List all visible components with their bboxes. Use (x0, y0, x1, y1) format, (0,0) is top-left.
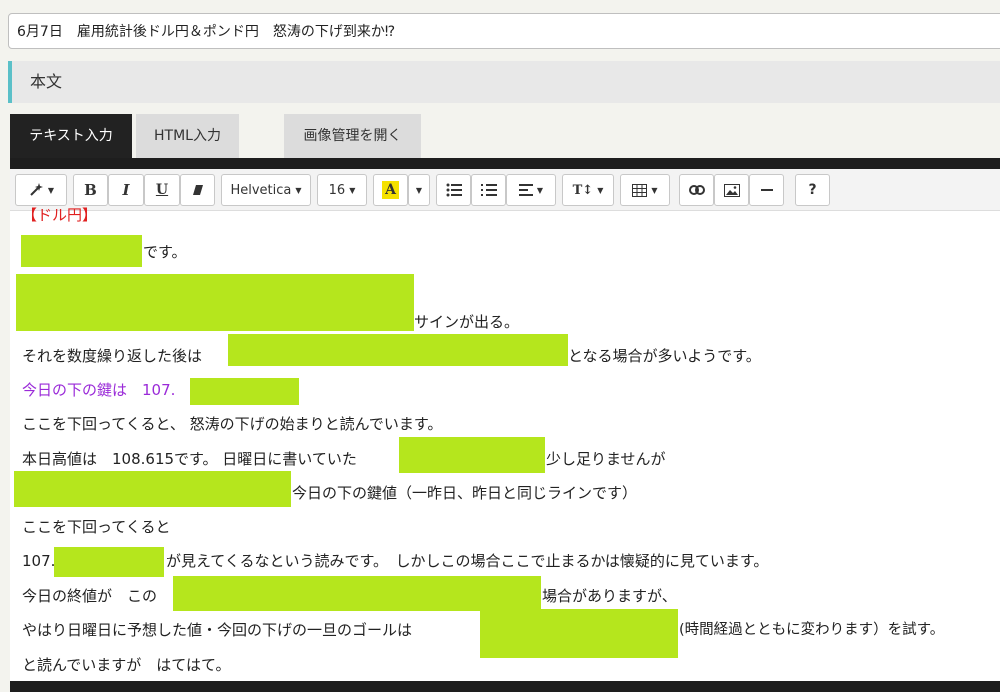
highlight-block (54, 547, 164, 577)
chevron-down-icon: ▼ (651, 185, 658, 195)
open-image-manager-button[interactable]: 画像管理を開く (284, 114, 421, 158)
content-line: サインが出る。 (414, 313, 520, 331)
link-icon (688, 185, 705, 195)
image-icon (723, 183, 740, 197)
content-line: 少し足りませんが (546, 450, 666, 468)
align-left-icon (518, 184, 533, 196)
chevron-down-icon: ▼ (295, 185, 302, 195)
section-header: 本文 (8, 61, 1000, 103)
numbered-list-button[interactable] (471, 174, 506, 206)
style-dropdown-button[interactable]: ▼ (15, 174, 67, 206)
highlight-block (16, 274, 414, 331)
content-key-line: 今日の下の鍵は 107. (22, 381, 176, 399)
content-line: 107. (22, 552, 56, 570)
line-height-dropdown[interactable]: T↕ ▼ (562, 174, 614, 206)
chevron-down-icon: ▼ (47, 185, 55, 195)
editor-bottom-bar (10, 681, 1000, 692)
horizontal-rule-button[interactable] (749, 174, 784, 206)
eraser-icon (191, 183, 205, 197)
content-line: 今日の下の鍵値（一昨日、昨日と同じラインです） (292, 484, 638, 502)
content-line: 本日高値は 108.615です。 日曜日に書いていた (22, 450, 357, 468)
content-line: 場合がありますが、 (542, 587, 677, 605)
highlight-block (480, 609, 678, 658)
text-color-dropdown[interactable]: ▼ (408, 174, 430, 206)
horizontal-rule-icon (760, 188, 773, 192)
highlight-block (228, 334, 568, 366)
numbered-list-icon (480, 183, 497, 197)
help-button[interactable]: ? (795, 174, 830, 206)
font-family-dropdown[interactable]: Helvetica ▼ (221, 174, 311, 206)
highlight-block (14, 471, 291, 507)
font-size-label: 16 (328, 182, 346, 198)
highlight-block (399, 437, 545, 473)
chevron-down-icon: ▼ (536, 185, 544, 195)
content-line: ここを下回ってくると (22, 518, 171, 536)
chevron-down-icon: ▼ (349, 185, 356, 195)
insert-link-button[interactable] (679, 174, 714, 206)
bullet-list-icon (446, 183, 462, 197)
table-dropdown[interactable]: ▼ (620, 174, 670, 206)
italic-button[interactable]: I (108, 174, 144, 206)
content-line: (時間経過とともに変わります）を試す。 (679, 622, 945, 638)
content-line: となる場合が多いようです。 (568, 347, 761, 365)
font-size-dropdown[interactable]: 16 ▼ (317, 174, 367, 206)
magic-wand-icon (28, 182, 44, 198)
font-family-label: Helvetica (230, 182, 292, 198)
bold-button[interactable]: B (73, 174, 108, 206)
underline-button[interactable]: U (144, 174, 180, 206)
content-line: 今日の終値が この (22, 587, 158, 605)
tab-html-input[interactable]: HTML入力 (136, 114, 239, 158)
content-line: やはり日曜日に予想した値・今回の下げの一旦のゴールは (22, 621, 413, 639)
content-line: が見えてくるなという読みです。 しかしこの場合ここで止まるかは懐疑的に見ています… (166, 552, 769, 570)
table-icon (632, 183, 648, 197)
insert-image-button[interactable] (714, 174, 749, 206)
line-height-icon: T↕ (572, 182, 594, 198)
chevron-down-icon: ▼ (597, 185, 604, 195)
content-heading: 【ドル円】 (22, 206, 98, 224)
text-color-icon: A (382, 181, 399, 199)
tab-text-input[interactable]: テキスト入力 (10, 114, 132, 158)
content-line: と読んでいますが はてはて。 (22, 656, 231, 674)
content-line: です。 (143, 243, 187, 261)
align-dropdown[interactable]: ▼ (506, 174, 556, 206)
highlight-block (173, 576, 541, 611)
highlight-block (190, 378, 299, 405)
content-line: それを数度繰り返した後は (22, 347, 203, 365)
clear-format-button[interactable] (180, 174, 215, 206)
title-input[interactable] (8, 13, 1000, 49)
chevron-down-icon: ▼ (415, 185, 423, 195)
highlight-block (21, 235, 142, 267)
content-line: ここを下回ってくると、 怒涛の下げの始まりと読んでいます。 (22, 415, 443, 433)
text-color-button[interactable]: A (373, 174, 408, 206)
bullet-list-button[interactable] (436, 174, 471, 206)
